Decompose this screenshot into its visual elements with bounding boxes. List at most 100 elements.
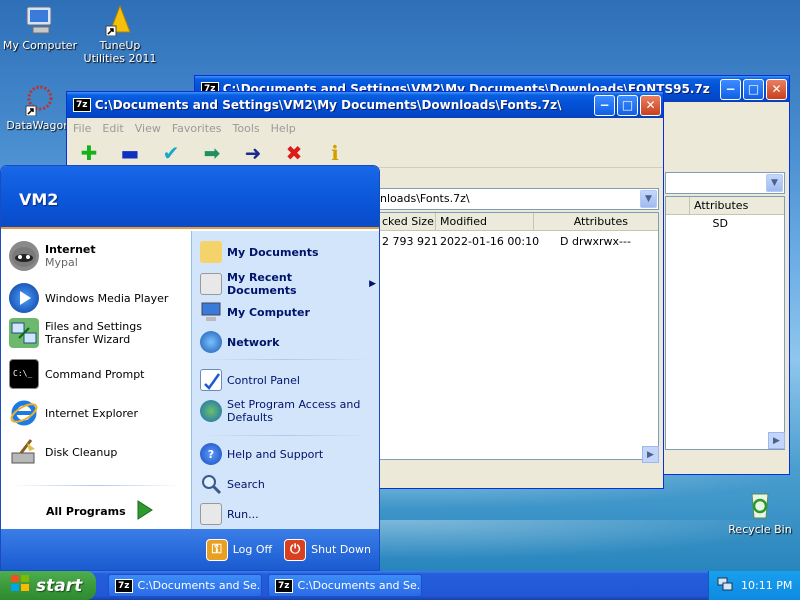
- desktop-icon-recycle-bin[interactable]: Recycle Bin: [720, 488, 800, 536]
- start-item-search[interactable]: Search: [200, 473, 265, 495]
- start-item-disk-cleanup[interactable]: Disk Cleanup: [9, 437, 117, 467]
- taskbar-button-7zip-1[interactable]: 7z C:\Documents and Se...: [108, 574, 262, 597]
- shut-down-button[interactable]: ⏻ Shut Down: [284, 538, 371, 561]
- start-menu: VM2 Internet Mypal Windows Media Player …: [0, 165, 380, 571]
- table-row[interactable]: SD: [666, 215, 784, 232]
- close-button[interactable]: ✕: [766, 78, 787, 100]
- column-header-packed-size[interactable]: cked Size: [378, 213, 436, 230]
- datawagon-icon: [24, 84, 56, 117]
- chevron-down-icon[interactable]: ▼: [640, 190, 657, 208]
- start-item-label: My Computer: [227, 305, 310, 319]
- file-list[interactable]: cked Size Modified Attributes 2 793 921 …: [377, 212, 659, 460]
- toolbar: ✚ ▬ ✔ ➡ ➜ ✖ ℹ: [67, 138, 663, 168]
- menu-file[interactable]: File: [73, 122, 91, 135]
- desktop-icon-label: DataWagon.: [6, 119, 74, 132]
- start-item-network[interactable]: Network: [200, 331, 279, 353]
- scroll-right-button[interactable]: ▶: [642, 446, 659, 463]
- maximize-button[interactable]: □: [743, 78, 764, 100]
- menu-favorites[interactable]: Favorites: [172, 122, 222, 135]
- start-item-transfer-wizard[interactable]: Files and Settings Transfer Wizard: [9, 318, 187, 348]
- maximize-button[interactable]: □: [617, 94, 638, 116]
- start-item-control-panel[interactable]: Control Panel: [200, 369, 300, 391]
- start-item-label: Search: [227, 477, 265, 491]
- extract-icon[interactable]: ▬: [118, 141, 142, 165]
- start-item-my-documents[interactable]: My Documents: [200, 241, 319, 263]
- menu-help[interactable]: Help: [271, 122, 296, 135]
- tuneup-icon: [104, 4, 136, 37]
- recycle-bin-icon: [744, 488, 776, 520]
- menu-bar: File Edit View Favorites Tools Help: [67, 118, 663, 138]
- key-icon: ⚿: [205, 538, 228, 561]
- network-icon: [200, 331, 222, 353]
- table-row[interactable]: 2 793 921 2022-01-16 00:10 D drwxrwx---: [378, 233, 658, 250]
- scroll-right-button[interactable]: ▶: [768, 432, 785, 449]
- cell-attributes: D drwxrwx---: [560, 235, 631, 248]
- window-title: C:\Documents and Settings\VM2\My Documen…: [94, 98, 562, 112]
- desktop-icon-my-computer[interactable]: My Computer: [0, 4, 80, 52]
- control-panel-icon: [200, 369, 222, 391]
- title-bar[interactable]: 7z C:\Documents and Settings\VM2\My Docu…: [67, 92, 663, 118]
- info-icon[interactable]: ℹ: [323, 141, 347, 165]
- menu-view[interactable]: View: [135, 122, 161, 135]
- chevron-down-icon[interactable]: ▼: [766, 174, 783, 192]
- list-header: cked Size Modified Attributes: [378, 213, 658, 231]
- log-off-button[interactable]: ⚿ Log Off: [205, 538, 272, 561]
- start-item-label: Network: [227, 335, 280, 349]
- column-header-attributes[interactable]: Attributes: [690, 197, 774, 214]
- start-item-label: Help and Support: [227, 447, 324, 461]
- start-item-label: My Documents: [227, 245, 319, 259]
- system-tray: 10:11 PM: [708, 571, 800, 600]
- move-icon[interactable]: ➜: [241, 141, 265, 165]
- copy-icon[interactable]: ➡: [200, 141, 224, 165]
- start-item-label: Command Prompt: [45, 367, 145, 381]
- task-label: C:\Documents and Se...: [137, 579, 262, 592]
- test-icon[interactable]: ✔: [159, 141, 183, 165]
- desktop-icon-label: TuneUp Utilities 2011: [83, 39, 157, 65]
- desktop-icon-tuneup[interactable]: TuneUp Utilities 2011: [80, 4, 160, 65]
- taskbar: start 7z C:\Documents and Se... 7z C:\Do…: [0, 571, 800, 600]
- clock[interactable]: 10:11 PM: [741, 579, 792, 592]
- minimize-button[interactable]: −: [720, 78, 741, 100]
- start-item-internet-explorer[interactable]: Internet Explorer: [9, 398, 138, 428]
- minimize-button[interactable]: −: [594, 94, 615, 116]
- start-item-run[interactable]: Run...: [200, 503, 259, 525]
- network-tray-icon[interactable]: [717, 577, 733, 594]
- delete-icon[interactable]: ✖: [282, 141, 306, 165]
- start-menu-footer: ⚿ Log Off ⏻ Shut Down: [1, 529, 379, 570]
- column-header-modified[interactable]: Modified: [436, 213, 534, 230]
- start-menu-right-pane: My Documents My Recent Documents ▶ My Co…: [191, 231, 379, 531]
- user-name: VM2: [19, 190, 59, 209]
- separator: [11, 485, 181, 486]
- chevron-right-icon: ▶: [369, 279, 376, 289]
- run-icon: [200, 503, 222, 525]
- cell-packed-size: 2 793 921: [382, 235, 438, 248]
- menu-tools[interactable]: Tools: [233, 122, 260, 135]
- start-item-my-computer[interactable]: My Computer: [200, 301, 310, 323]
- start-item-windows-media-player[interactable]: Windows Media Player: [9, 283, 168, 313]
- cell-modified: 2022-01-16 00:10: [440, 235, 540, 248]
- close-button[interactable]: ✕: [640, 94, 661, 116]
- all-programs-button[interactable]: All Programs: [46, 499, 154, 524]
- my-computer-icon: [24, 4, 56, 36]
- start-item-label: Windows Media Player: [45, 291, 169, 305]
- file-list[interactable]: Attributes SD: [665, 196, 785, 450]
- 7zip-icon: 7z: [73, 98, 91, 112]
- start-item-program-access[interactable]: Set Program Access and Defaults: [200, 398, 376, 424]
- path-combobox[interactable]: ▼: [665, 172, 785, 194]
- add-icon[interactable]: ✚: [77, 141, 101, 165]
- recent-documents-icon: [200, 273, 222, 295]
- start-item-internet[interactable]: Internet Mypal: [9, 241, 96, 271]
- path-text: nloads\Fonts.7z\: [380, 192, 470, 205]
- start-item-my-recent-documents[interactable]: My Recent Documents ▶: [200, 271, 376, 297]
- start-item-help-and-support[interactable]: ? Help and Support: [200, 443, 323, 465]
- help-icon: ?: [200, 443, 222, 465]
- column-header-attributes[interactable]: Attributes: [534, 213, 632, 230]
- taskbar-button-7zip-2[interactable]: 7z C:\Documents and Se...: [268, 574, 422, 597]
- start-button[interactable]: start: [0, 571, 96, 600]
- menu-edit[interactable]: Edit: [102, 122, 123, 135]
- desktop-icon-label: My Computer: [2, 39, 78, 52]
- path-combobox[interactable]: nloads\Fonts.7z\ ▼: [377, 188, 659, 210]
- internet-explorer-icon: [9, 398, 39, 428]
- start-item-command-prompt[interactable]: C:\_ Command Prompt: [9, 359, 145, 389]
- power-icon: ⏻: [284, 538, 307, 561]
